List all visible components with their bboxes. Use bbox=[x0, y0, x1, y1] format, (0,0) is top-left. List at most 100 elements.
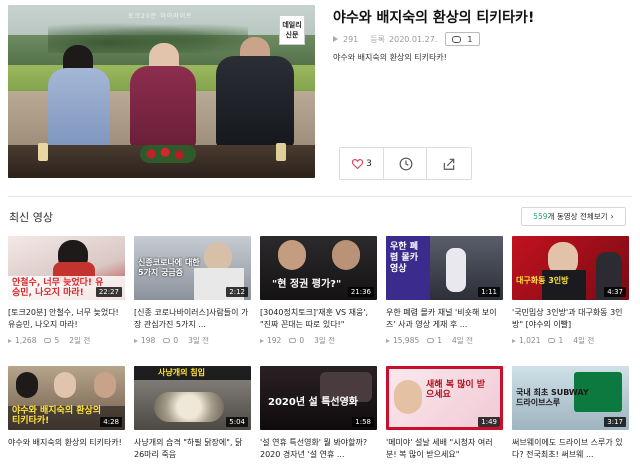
watch-later-button[interactable] bbox=[383, 147, 429, 180]
play-icon bbox=[134, 338, 138, 343]
thumbnail-caption: 국내 최초 SUBWAY 드라이브스루 bbox=[516, 388, 589, 407]
video-thumbnail[interactable]: "현 정권 평가?" 21:36 bbox=[260, 236, 377, 300]
channel-logo: 데일리 신문 bbox=[279, 15, 305, 45]
video-title[interactable]: [토크20분] 안철수, 너무 늦었다! 유승민, 나오지 마라! bbox=[8, 307, 125, 331]
video-title[interactable]: 써브웨이에도 드라이브 스루가 있다? 전국최초! 써브웨 ... bbox=[512, 437, 629, 461]
thumbnail-figure bbox=[446, 248, 466, 292]
thumbnail-caption: 안철수, 너무 늦었다! 유승민, 나오지 마라! bbox=[12, 278, 104, 298]
video-thumbnail[interactable]: 야수와 배지숙의 환상의 티키타카! 4:28 bbox=[8, 366, 125, 430]
featured-thumbnail[interactable]: 토크20분 하이라이트 데일리 신문 bbox=[8, 5, 315, 178]
video-thumbnail[interactable]: 국내 최초 SUBWAY 드라이브스루 3:17 bbox=[512, 366, 629, 430]
thumbnail-caption: 사냥개의 침입 bbox=[158, 368, 205, 377]
video-title[interactable]: '메미야' 설날 세배 "시청자 여러분! 복 많이 받으세요" bbox=[386, 437, 503, 461]
view-count: 15,985 bbox=[393, 336, 420, 345]
comment-count: 1 bbox=[558, 336, 564, 345]
video-date: 4일 전 bbox=[452, 336, 473, 345]
thumbnail-figure bbox=[54, 372, 76, 398]
video-card[interactable]: 새해 복 많이 받으세요 1:49 '메미야' 설날 세배 "시청자 여러분! … bbox=[386, 366, 503, 461]
video-meta: 1,268 5 2일 전 bbox=[8, 335, 125, 346]
video-title[interactable]: [3040정치토크]'재훈 VS 재웅', "진짜 꼰대는 따로 있다!" bbox=[260, 307, 377, 331]
thumbnail-figure bbox=[278, 240, 306, 270]
thumbnail-caption: 신종코로나에 대한 5가지 궁금증 bbox=[138, 258, 200, 277]
play-icon bbox=[8, 338, 12, 343]
video-duration: 1:11 bbox=[478, 287, 500, 297]
video-duration: 5:04 bbox=[226, 417, 248, 427]
play-icon bbox=[386, 338, 390, 343]
flower-arrangement bbox=[140, 145, 196, 163]
thumbnail-figure bbox=[154, 392, 224, 422]
video-meta: 198 0 3일 전 bbox=[134, 335, 251, 346]
video-title[interactable]: '설 연휴 특선영화' 뭘 봐야할까? 2020 경자년 '설 연휴 ... bbox=[260, 437, 377, 461]
featured-video: 토크20분 하이라이트 데일리 신문 야수와 배지숙의 환상의 티키타카! 29… bbox=[0, 0, 640, 186]
video-thumbnail[interactable]: 새해 복 많이 받으세요 1:49 bbox=[386, 366, 503, 430]
view-count: 1,021 bbox=[519, 336, 541, 345]
view-count: 291 bbox=[343, 34, 359, 44]
play-icon bbox=[512, 338, 516, 343]
thumbnail-caption: 새해 복 많이 받으세요 bbox=[426, 380, 486, 400]
view-count: 198 bbox=[141, 336, 156, 345]
video-title[interactable]: '국민밉상 3인방'과 대구화동 3인방" [야수의 이빨] bbox=[512, 307, 629, 331]
video-title[interactable]: 야수와 배지숙의 환상의 티키타카! bbox=[8, 437, 125, 461]
video-thumbnail[interactable]: 우한 폐렴 몰카 영상 1:11 bbox=[386, 236, 503, 300]
video-duration: 4:28 bbox=[100, 417, 122, 427]
thumbnail-figure bbox=[394, 380, 422, 414]
clock-icon bbox=[399, 157, 413, 170]
view-count: 192 bbox=[267, 336, 282, 345]
video-duration: 1:58 bbox=[352, 417, 374, 427]
video-card[interactable]: 2020년 설 특선영화 1:58 '설 연휴 특선영화' 뭘 봐야할까? 20… bbox=[260, 366, 377, 461]
comment-icon bbox=[289, 338, 297, 343]
video-meta: 15,985 1 4일 전 bbox=[386, 335, 503, 346]
view-all-button[interactable]: 559 개 동영상 전체보기 › bbox=[521, 207, 626, 226]
featured-title[interactable]: 야수와 배지숙의 환상의 티키타카! bbox=[333, 7, 534, 27]
video-thumbnail[interactable]: 신종코로나에 대한 5가지 궁금증 2:12 bbox=[134, 236, 251, 300]
thumbnail-watermark: 토크20분 하이라이트 bbox=[128, 13, 193, 20]
video-date: 2일 전 bbox=[69, 336, 91, 345]
like-count: 3 bbox=[366, 158, 372, 169]
heart-icon bbox=[352, 158, 364, 169]
video-duration: 3:17 bbox=[604, 417, 626, 427]
video-thumbnail[interactable]: 대구화동 3인방 4:37 bbox=[512, 236, 629, 300]
comment-count: 0 bbox=[299, 336, 305, 345]
total-video-count: 559 bbox=[533, 212, 548, 221]
video-title[interactable]: [신종 코로나바이러스]사람들이 가장 관심가진 5가지 ... bbox=[134, 307, 251, 331]
video-thumbnail[interactable]: 사냥개의 침입 5:04 bbox=[134, 366, 251, 430]
video-duration: 22:27 bbox=[95, 287, 122, 297]
video-duration: 1:49 bbox=[478, 417, 500, 427]
comment-icon bbox=[452, 35, 462, 43]
video-card[interactable]: 우한 폐렴 몰카 영상 1:11 우한 폐렴 몰카 채널 '비숏해 보이즈' 사… bbox=[386, 236, 503, 346]
video-meta: 192 0 3일 전 bbox=[260, 335, 377, 346]
like-button[interactable]: 3 bbox=[339, 147, 385, 180]
person-right bbox=[216, 56, 294, 146]
video-card[interactable]: 안철수, 너무 늦었다! 유승민, 나오지 마라! 22:27 [토크20분] … bbox=[8, 236, 125, 346]
comment-count: 0 bbox=[173, 336, 179, 345]
video-thumbnail[interactable]: 안철수, 너무 늦었다! 유승민, 나오지 마라! 22:27 bbox=[8, 236, 125, 300]
video-date: 3일 전 bbox=[188, 336, 210, 345]
comment-count: 1 bbox=[437, 336, 443, 345]
comments-button[interactable]: 1 bbox=[445, 32, 481, 46]
video-title[interactable]: 사냥개의 습격 "하필 닭장에", 닭 26마리 죽음 bbox=[134, 437, 251, 461]
video-duration: 2:12 bbox=[226, 287, 248, 297]
comment-count: 5 bbox=[54, 336, 60, 345]
recent-videos-heading: 최신 영상 bbox=[9, 211, 53, 224]
view-count: 1,268 bbox=[15, 336, 37, 345]
comment-icon bbox=[44, 338, 52, 343]
comment-icon bbox=[548, 338, 556, 343]
thumbnail-caption: 우한 폐렴 몰카 영상 bbox=[390, 242, 418, 274]
person-left bbox=[48, 68, 110, 146]
video-card[interactable]: "현 정권 평가?" 21:36 [3040정치토크]'재훈 VS 재웅', "… bbox=[260, 236, 377, 346]
video-duration: 21:36 bbox=[347, 287, 374, 297]
video-card[interactable]: 국내 최초 SUBWAY 드라이브스루 3:17 써브웨이에도 드라이브 스루가… bbox=[512, 366, 629, 461]
featured-meta: 291 등록 2020.01.27. 1 bbox=[333, 32, 481, 46]
video-card[interactable]: 사냥개의 침입 5:04 사냥개의 습격 "하필 닭장에", 닭 26마리 죽음 bbox=[134, 366, 251, 461]
thumbnail-figure bbox=[332, 240, 360, 270]
upload-date: 2020.01.27. bbox=[389, 34, 438, 44]
mug bbox=[38, 143, 48, 161]
video-title[interactable]: 우한 폐렴 몰카 채널 '비숏해 보이즈' 사과 영상 게재 후 ... bbox=[386, 307, 503, 331]
video-card[interactable]: 야수와 배지숙의 환상의 티키타카! 4:28 야수와 배지숙의 환상의 티키타… bbox=[8, 366, 125, 461]
video-thumbnail[interactable]: 2020년 설 특선영화 1:58 bbox=[260, 366, 377, 430]
video-card[interactable]: 대구화동 3인방 4:37 '국민밉상 3인방'과 대구화동 3인방" [야수의… bbox=[512, 236, 629, 346]
play-icon bbox=[333, 36, 338, 42]
video-card[interactable]: 신종코로나에 대한 5가지 궁금증 2:12 [신종 코로나바이러스]사람들이 … bbox=[134, 236, 251, 346]
share-button[interactable] bbox=[426, 147, 472, 180]
comment-icon bbox=[163, 338, 171, 343]
